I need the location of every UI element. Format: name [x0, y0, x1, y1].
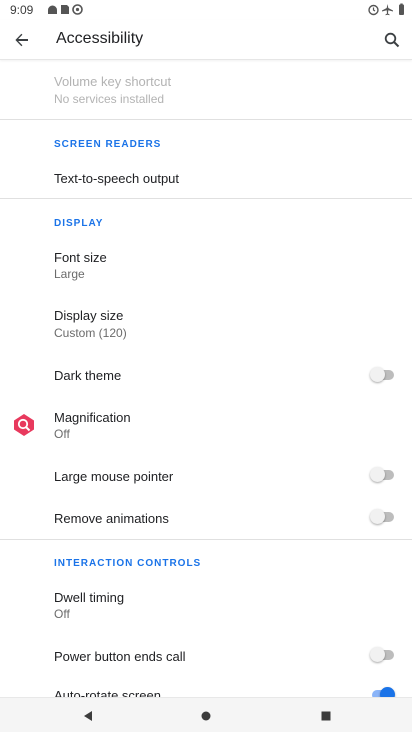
search-icon [384, 32, 400, 48]
app-bar: Accessibility [0, 20, 412, 60]
font-size-item[interactable] [0, 238, 412, 292]
dwell-timing-value: Off [54, 607, 70, 621]
status-time: 9:09 [10, 3, 34, 17]
power-button-ends-call-toggle[interactable] [370, 642, 394, 666]
arrow-back-icon [15, 33, 28, 47]
divider [0, 539, 412, 540]
section-header-interaction-controls: INTERACTION CONTROLS [54, 558, 202, 569]
divider [0, 198, 412, 199]
battery-icon [399, 3, 404, 15]
display-size-item[interactable] [0, 296, 412, 350]
nav-home-icon [201, 711, 211, 721]
nav-back-button[interactable] [78, 706, 98, 726]
magnification-icon [14, 414, 34, 436]
volume-key-shortcut-subtitle: No services installed [54, 92, 165, 106]
page-title: Accessibility [56, 30, 144, 47]
toggle-thumb [370, 647, 385, 662]
font-size-title: Font size [54, 250, 107, 265]
text-to-speech-title: Text-to-speech output [54, 171, 180, 186]
magnification-value: Off [54, 427, 70, 441]
toggle-thumb [370, 367, 385, 382]
large-mouse-pointer-toggle[interactable] [370, 462, 394, 486]
magnification-title: Magnification [54, 410, 131, 425]
airplane-mode-icon [382, 4, 393, 16]
large-mouse-pointer-title: Large mouse pointer [54, 469, 174, 484]
dark-theme-toggle[interactable] [370, 362, 394, 386]
nav-home-button[interactable] [196, 706, 216, 726]
remove-animations-title: Remove animations [54, 511, 169, 526]
nav-recents-button[interactable] [316, 706, 336, 726]
power-button-ends-call-title: Power button ends call [54, 649, 186, 664]
dark-theme-title: Dark theme [54, 368, 122, 383]
toggle-thumb [370, 509, 385, 524]
remove-animations-toggle[interactable] [370, 504, 394, 528]
section-header-display: DISPLAY [54, 218, 104, 229]
navigation-bar [0, 697, 412, 732]
alarm-icon [368, 4, 379, 16]
nav-back-icon [84, 711, 92, 721]
volume-key-shortcut-item[interactable] [0, 64, 412, 118]
volume-key-shortcut-title: Volume key shortcut [54, 74, 172, 89]
back-button[interactable] [8, 26, 36, 54]
dwell-timing-item[interactable] [0, 578, 412, 632]
status-bar: 9:09 [0, 0, 412, 20]
display-size-title: Display size [54, 308, 124, 323]
search-button[interactable] [378, 26, 406, 54]
toggle-thumb [370, 467, 385, 482]
display-size-value: Custom (120) [54, 326, 127, 340]
sd-card-icon [61, 5, 69, 14]
font-size-value: Large [54, 267, 85, 281]
divider [0, 119, 412, 120]
magnification-item[interactable] [0, 398, 412, 452]
section-header-screen-readers: SCREEN READERS [54, 139, 162, 150]
sync-icon [72, 4, 83, 15]
dwell-timing-title: Dwell timing [54, 590, 125, 605]
accessibility-screen: 9:09 Accessibility Volume key shortcut N… [0, 0, 412, 732]
nav-recents-icon [321, 711, 331, 721]
